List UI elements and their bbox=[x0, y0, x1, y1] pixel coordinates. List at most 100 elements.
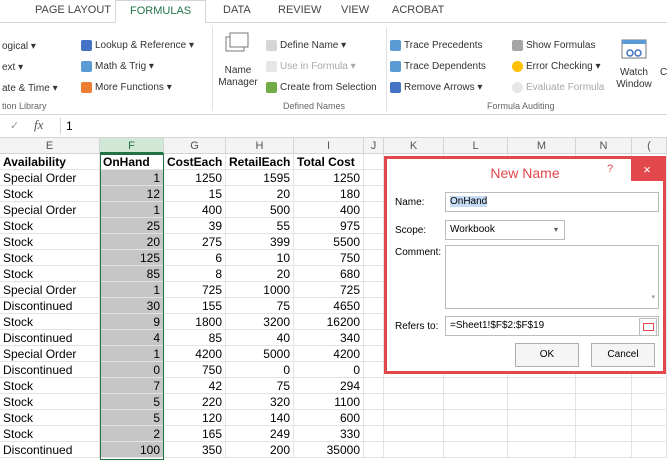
column-header-e[interactable]: E bbox=[0, 138, 100, 154]
trace-precedents-button[interactable]: Trace Precedents bbox=[390, 40, 483, 51]
cell-costeach[interactable]: 6 bbox=[164, 250, 226, 266]
cell-availability[interactable]: Stock bbox=[0, 234, 100, 250]
column-header-h[interactable]: H bbox=[226, 138, 294, 154]
cell-retaileach[interactable]: 20 bbox=[226, 186, 294, 202]
lookup-reference-button[interactable]: Lookup & Reference ▾ bbox=[81, 40, 194, 51]
cell-retaileach[interactable]: 10 bbox=[226, 250, 294, 266]
cell-total-cost[interactable]: 16200 bbox=[294, 314, 364, 330]
empty-cell[interactable] bbox=[364, 346, 384, 362]
tab-acrobat[interactable]: ACROBAT bbox=[392, 4, 444, 16]
empty-cell[interactable] bbox=[508, 442, 576, 458]
empty-cell[interactable] bbox=[508, 394, 576, 410]
cell-availability[interactable]: Discontinued bbox=[0, 362, 100, 378]
cell-costeach[interactable]: 120 bbox=[164, 410, 226, 426]
logical-button[interactable]: ogical ▾ bbox=[2, 41, 36, 52]
cell-costeach[interactable]: 400 bbox=[164, 202, 226, 218]
column-header-l[interactable]: L bbox=[444, 138, 508, 154]
cell-availability[interactable]: Discontinued bbox=[0, 330, 100, 346]
cell-retaileach[interactable]: 5000 bbox=[226, 346, 294, 362]
empty-cell[interactable] bbox=[364, 186, 384, 202]
empty-cell[interactable] bbox=[384, 410, 444, 426]
insert-function-icon[interactable]: fx bbox=[34, 117, 43, 133]
remove-arrows-button[interactable]: Remove Arrows ▾ bbox=[390, 82, 482, 93]
formula-input[interactable]: 1 bbox=[66, 119, 73, 133]
cell-costeach[interactable]: 750 bbox=[164, 362, 226, 378]
header-cell-costeach[interactable]: CostEach bbox=[164, 154, 226, 170]
cancel-button[interactable]: Cancel bbox=[591, 343, 655, 367]
cell-availability[interactable]: Stock bbox=[0, 218, 100, 234]
empty-cell[interactable] bbox=[364, 202, 384, 218]
empty-cell[interactable] bbox=[364, 378, 384, 394]
cell-retaileach[interactable]: 249 bbox=[226, 426, 294, 442]
help-button[interactable]: ? bbox=[607, 163, 613, 175]
empty-cell[interactable] bbox=[364, 282, 384, 298]
cell-costeach[interactable]: 4200 bbox=[164, 346, 226, 362]
empty-cell[interactable] bbox=[508, 378, 576, 394]
name-input[interactable]: OnHand bbox=[445, 192, 659, 212]
empty-cell[interactable] bbox=[364, 170, 384, 186]
cell-availability[interactable]: Stock bbox=[0, 378, 100, 394]
cell-total-cost[interactable]: 330 bbox=[294, 426, 364, 442]
cell-retaileach[interactable]: 75 bbox=[226, 298, 294, 314]
cell-costeach[interactable]: 85 bbox=[164, 330, 226, 346]
cell-availability[interactable]: Special Order bbox=[0, 346, 100, 362]
cell-total-cost[interactable]: 750 bbox=[294, 250, 364, 266]
column-header-o[interactable]: ( bbox=[632, 138, 667, 154]
cell-costeach[interactable]: 155 bbox=[164, 298, 226, 314]
empty-cell[interactable] bbox=[444, 426, 508, 442]
empty-cell[interactable] bbox=[508, 426, 576, 442]
ok-button[interactable]: OK bbox=[515, 343, 579, 367]
empty-cell[interactable] bbox=[444, 378, 508, 394]
date-time-button[interactable]: ate & Time ▾ bbox=[2, 83, 58, 94]
cell-total-cost[interactable]: 1100 bbox=[294, 394, 364, 410]
column-header-j[interactable]: J bbox=[364, 138, 384, 154]
tab-data[interactable]: DATA bbox=[223, 4, 251, 16]
column-header-f[interactable]: F bbox=[100, 138, 164, 154]
empty-cell[interactable] bbox=[576, 378, 632, 394]
empty-cell[interactable] bbox=[576, 426, 632, 442]
close-button[interactable]: × bbox=[631, 159, 663, 181]
empty-cell[interactable] bbox=[632, 410, 667, 426]
cell-total-cost[interactable]: 1250 bbox=[294, 170, 364, 186]
empty-cell[interactable] bbox=[364, 314, 384, 330]
cell-retaileach[interactable]: 40 bbox=[226, 330, 294, 346]
column-header-g[interactable]: G bbox=[164, 138, 226, 154]
cell-availability[interactable]: Stock bbox=[0, 410, 100, 426]
cell-costeach[interactable]: 350 bbox=[164, 442, 226, 458]
cell-costeach[interactable]: 220 bbox=[164, 394, 226, 410]
tab-formulas[interactable]: FORMULAS bbox=[115, 0, 207, 23]
header-cell-availability[interactable]: Availability bbox=[0, 154, 100, 170]
use-in-formula-button[interactable]: Use in Formula ▾ bbox=[266, 61, 356, 72]
empty-cell[interactable] bbox=[632, 426, 667, 442]
cell-costeach[interactable]: 1250 bbox=[164, 170, 226, 186]
empty-cell[interactable] bbox=[364, 426, 384, 442]
cell-total-cost[interactable]: 4650 bbox=[294, 298, 364, 314]
cell-total-cost[interactable]: 4200 bbox=[294, 346, 364, 362]
error-checking-button[interactable]: Error Checking ▾ bbox=[512, 61, 601, 72]
tab-page-layout[interactable]: PAGE LAYOUT bbox=[35, 4, 111, 16]
cell-total-cost[interactable]: 294 bbox=[294, 378, 364, 394]
cell-retaileach[interactable]: 140 bbox=[226, 410, 294, 426]
empty-cell[interactable] bbox=[364, 442, 384, 458]
comment-textarea[interactable]: ▾ bbox=[445, 245, 659, 309]
empty-cell[interactable] bbox=[384, 378, 444, 394]
cell-total-cost[interactable]: 35000 bbox=[294, 442, 364, 458]
cell-retaileach[interactable]: 500 bbox=[226, 202, 294, 218]
empty-cell[interactable] bbox=[384, 426, 444, 442]
cell-costeach[interactable]: 275 bbox=[164, 234, 226, 250]
cell-retaileach[interactable]: 0 bbox=[226, 362, 294, 378]
empty-cell[interactable] bbox=[364, 266, 384, 282]
cell-costeach[interactable]: 165 bbox=[164, 426, 226, 442]
empty-cell[interactable] bbox=[508, 410, 576, 426]
cell-retaileach[interactable]: 1000 bbox=[226, 282, 294, 298]
cell-retaileach[interactable]: 320 bbox=[226, 394, 294, 410]
cell-availability[interactable]: Stock bbox=[0, 426, 100, 442]
collapse-dialog-icon[interactable] bbox=[639, 318, 657, 336]
empty-cell[interactable] bbox=[364, 234, 384, 250]
cell-total-cost[interactable]: 600 bbox=[294, 410, 364, 426]
tab-review[interactable]: REVIEW bbox=[278, 4, 321, 16]
cell-availability[interactable]: Discontinued bbox=[0, 442, 100, 458]
empty-cell[interactable] bbox=[576, 442, 632, 458]
empty-cell[interactable] bbox=[444, 410, 508, 426]
define-name-button[interactable]: Define Name ▾ bbox=[266, 40, 346, 51]
